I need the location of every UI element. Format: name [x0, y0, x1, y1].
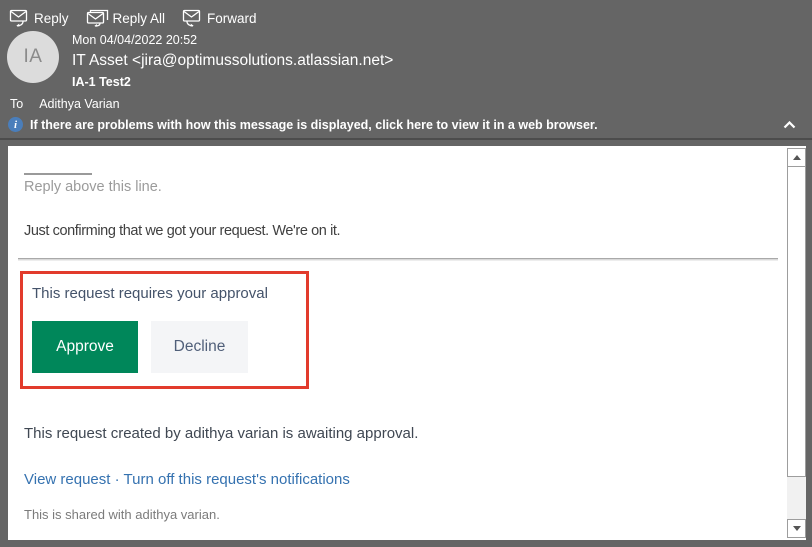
recipient-name[interactable]: Adithya Varian [39, 97, 119, 111]
scrollbar-thumb[interactable] [787, 166, 806, 477]
approval-highlight-box: This request requires your approval Appr… [20, 271, 309, 389]
reply-button[interactable]: Reply [9, 9, 69, 27]
reply-icon [9, 9, 30, 27]
reply-separator-line [24, 173, 92, 175]
scroll-down-button[interactable] [787, 519, 806, 538]
vertical-scrollbar[interactable] [787, 148, 806, 538]
awaiting-approval-text: This request created by adithya varian i… [24, 425, 419, 442]
avatar-initials: IA [23, 46, 43, 67]
message-date: Mon 04/04/2022 20:52 [72, 33, 198, 47]
reply-button-label: Reply [34, 10, 69, 26]
info-icon: i [8, 117, 23, 132]
email-content: Reply above this line. Just confirming t… [18, 146, 778, 522]
reply-above-text: Reply above this line. [24, 179, 162, 195]
message-toolbar: Reply Reply All Forward [9, 9, 257, 27]
reply-all-icon [86, 9, 109, 27]
scroll-up-button[interactable] [787, 148, 806, 167]
message-subject: IA-1 Test2 [72, 75, 131, 89]
outlook-reading-pane-window: Reply Reply All Forward IA Mon 04/04/202… [0, 0, 812, 547]
horizontal-rule [18, 258, 778, 261]
sender-address[interactable]: IT Asset <jira@optimussolutions.atlassia… [72, 52, 393, 70]
chevron-up-icon[interactable] [783, 118, 796, 132]
scrollbar-track[interactable] [787, 477, 806, 519]
recipient-row: To Adithya Varian [10, 97, 120, 111]
email-body-pane: Reply above this line. Just confirming t… [8, 146, 806, 540]
approval-heading: This request requires your approval [32, 285, 268, 302]
turn-off-notifications-link[interactable]: Turn off this request's notifications [124, 471, 350, 488]
display-problems-text[interactable]: If there are problems with how this mess… [30, 118, 598, 132]
shared-with-text: This is shared with adithya varian. [24, 507, 220, 522]
approve-button[interactable]: Approve [32, 321, 138, 373]
links-separator: · [114, 471, 120, 488]
display-problems-banner[interactable]: i If there are problems with how this me… [0, 112, 812, 137]
forward-button[interactable]: Forward [182, 9, 257, 27]
forward-button-label: Forward [207, 10, 257, 26]
sender-avatar[interactable]: IA [7, 31, 59, 83]
reply-all-button[interactable]: Reply All [86, 9, 166, 27]
approval-buttons-row: Approve Decline [32, 321, 306, 373]
header-divider [0, 138, 812, 140]
reply-all-button-label: Reply All [112, 10, 166, 26]
forward-icon [182, 9, 203, 27]
confirmation-text: Just confirming that we got your request… [24, 223, 341, 239]
decline-button[interactable]: Decline [151, 321, 248, 373]
request-links-row: View request · Turn off this request's n… [24, 471, 766, 488]
scroll-up-arrow-icon [792, 155, 801, 160]
view-request-link[interactable]: View request [24, 471, 110, 488]
scroll-down-arrow-icon [792, 526, 801, 531]
to-label: To [10, 97, 24, 111]
